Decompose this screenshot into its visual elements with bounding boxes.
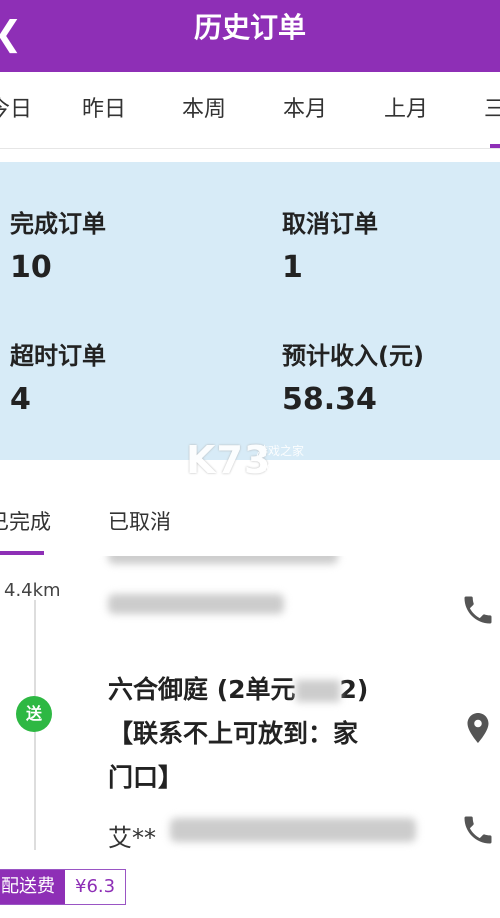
address-line-2: 【联系不上可放到：家: [108, 719, 359, 748]
active-tab-indicator: [490, 144, 500, 148]
watermark-cn-text: 游戏之家: [256, 444, 305, 458]
delivery-fee-tag: 配送费 ¥6.3: [0, 869, 127, 905]
tab-more[interactable]: 三: [484, 94, 500, 126]
delivery-address: 六合御庭 (2单元 2) 【联系不上可放到：家 门口】: [108, 668, 428, 800]
tab-this-month[interactable]: 本月: [283, 94, 327, 126]
tab-this-week[interactable]: 本周: [182, 94, 226, 126]
blurred-unit: [295, 680, 340, 702]
top-bar: ❮ 历史订单: [0, 0, 500, 72]
cancelled-orders-label: 取消订单: [282, 210, 378, 238]
customer-name: 艾**: [108, 824, 156, 852]
address-suffix: 2): [339, 675, 369, 704]
blurred-phone-2: [170, 818, 416, 842]
tab-today[interactable]: 今日: [0, 94, 32, 126]
k73-watermark: K73 游戏之家 .com: [186, 440, 326, 486]
overtime-orders-value: 4: [10, 382, 31, 417]
deliver-badge: 送: [16, 696, 52, 732]
tab-cancelled[interactable]: 已取消: [108, 506, 171, 536]
phone-icon[interactable]: [460, 812, 496, 848]
status-tab-bar: 已完成 已取消: [0, 486, 500, 557]
order-list[interactable]: 4.4km 送 六合御庭 (2单元 2) 【联系不上可放到：家 门口】 艾** 配…: [0, 556, 500, 918]
blurred-phone-1: [108, 594, 284, 614]
page-title: 历史订单: [193, 11, 306, 44]
active-subtab-indicator: [0, 551, 44, 555]
tab-yesterday[interactable]: 昨日: [82, 94, 126, 126]
location-pin-icon[interactable]: [460, 710, 496, 746]
watermark-url-text: .com: [256, 460, 286, 474]
clipped-text-blur: [108, 556, 338, 564]
estimated-income-label: 预计收入(元): [282, 342, 424, 370]
phone-icon[interactable]: [460, 592, 496, 628]
address-line-1: 六合御庭 (2单元: [108, 675, 296, 704]
cancelled-orders-value: 1: [282, 250, 303, 285]
estimated-income-value: 58.34: [282, 382, 377, 417]
fee-label: 配送费: [0, 870, 65, 904]
completed-orders-value: 10: [10, 250, 52, 285]
fee-value: ¥6.3: [65, 870, 126, 904]
completed-orders-label: 完成订单: [10, 210, 106, 238]
date-tab-bar: 今日 昨日 本周 本月 上月 三: [0, 72, 500, 149]
stats-panel: 完成订单 10 取消订单 1 超时订单 4 预计收入(元) 58.34: [0, 162, 500, 460]
distance-label: 4.4km: [4, 580, 61, 601]
address-line-3: 门口】: [108, 763, 184, 792]
tab-completed[interactable]: 已完成: [0, 506, 51, 536]
tab-last-month[interactable]: 上月: [384, 94, 428, 126]
overtime-orders-label: 超时订单: [10, 342, 106, 370]
